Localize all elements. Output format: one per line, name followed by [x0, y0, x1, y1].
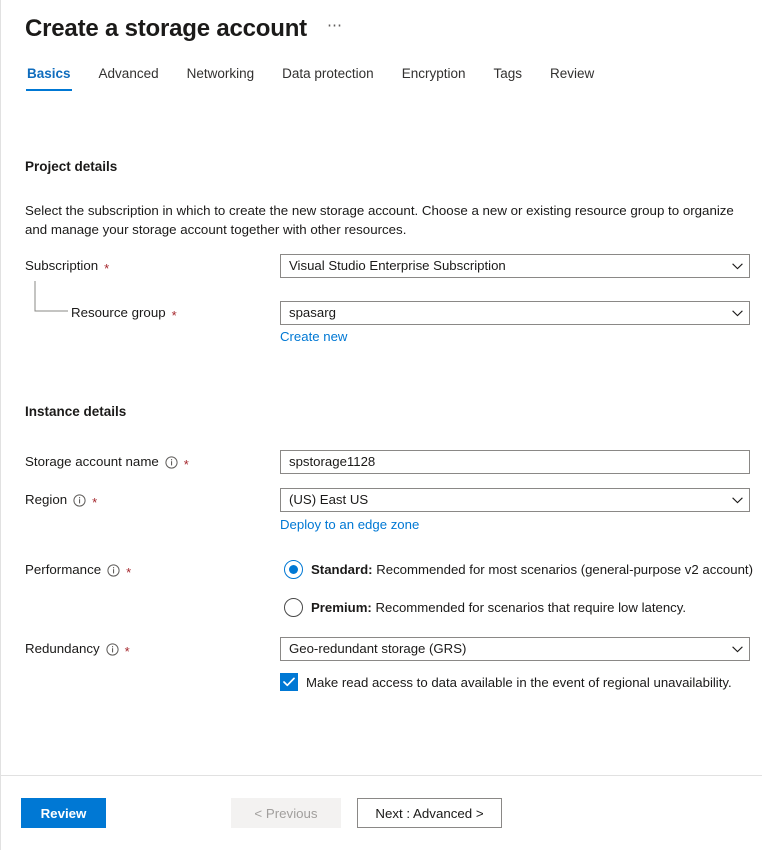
storage-account-name-label-group: Storage account name *: [25, 450, 280, 474]
performance-option-standard[interactable]: Standard: Recommended for most scenarios…: [284, 558, 753, 580]
radio-standard-icon[interactable]: [284, 559, 303, 579]
tab-encryption[interactable]: Encryption: [401, 65, 467, 91]
region-field-row: Region * (US) East US Deploy to an edge …: [25, 488, 750, 534]
project-details-heading: Project details: [25, 159, 118, 174]
performance-premium-description: Recommended for scenarios that require l…: [371, 599, 687, 615]
tab-advanced-label: Advanced: [98, 66, 159, 81]
hierarchy-connector-line: [34, 281, 68, 312]
region-dropdown[interactable]: (US) East US: [280, 488, 750, 512]
redundancy-value: Geo-redundant storage (GRS): [289, 641, 467, 656]
blade-footer: Review < Previous Next : Advanced >: [1, 775, 762, 850]
region-control: (US) East US Deploy to an edge zone: [280, 488, 750, 534]
read-access-checkbox-row[interactable]: Make read access to data available in th…: [280, 673, 748, 691]
storage-account-name-label: Storage account name: [25, 454, 159, 469]
subscription-label: Subscription: [25, 258, 99, 273]
performance-label: Performance: [25, 562, 102, 577]
create-storage-account-blade: Create a storage account ⋯ Basics Advanc…: [0, 0, 762, 850]
tab-review-label: Review: [550, 66, 595, 81]
storage-account-name-required-marker: *: [183, 456, 189, 472]
tab-tags[interactable]: Tags: [492, 65, 523, 91]
redundancy-field-row: Redundancy * Geo-redundant storage (GRS): [25, 637, 750, 691]
redundancy-dropdown[interactable]: Geo-redundant storage (GRS): [280, 637, 750, 661]
storage-account-name-field-row: Storage account name * spstorage1128: [25, 450, 750, 474]
read-access-checkbox-label[interactable]: Make read access to data available in th…: [306, 675, 732, 690]
wizard-tabs: Basics Advanced Networking Data protecti…: [25, 65, 762, 91]
resource-group-dropdown[interactable]: spasarg: [280, 301, 750, 325]
tab-data-protection-label: Data protection: [282, 66, 374, 81]
subscription-label-group: Subscription *: [25, 254, 280, 278]
tab-review[interactable]: Review: [549, 65, 595, 91]
resource-group-label: Resource group: [71, 305, 166, 320]
tab-basics-label: Basics: [27, 66, 71, 81]
subscription-required-marker: *: [104, 260, 110, 276]
region-label-group: Region *: [25, 488, 280, 512]
redundancy-label-group: Redundancy *: [25, 637, 280, 661]
region-value: (US) East US: [289, 492, 369, 507]
storage-account-name-value: spstorage1128: [289, 454, 376, 469]
chevron-down-icon: [729, 492, 745, 508]
performance-option-premium[interactable]: Premium: Recommended for scenarios that …: [284, 596, 748, 618]
blade-header: Create a storage account ⋯ Basics Advanc…: [1, 0, 762, 91]
resource-group-value: spasarg: [289, 305, 336, 320]
instance-details-heading: Instance details: [25, 404, 127, 419]
deploy-to-edge-zone-link[interactable]: Deploy to an edge zone: [280, 516, 419, 534]
page-title: Create a storage account: [25, 15, 307, 42]
performance-required-marker: *: [126, 564, 132, 580]
create-new-resource-group-link[interactable]: Create new: [280, 328, 347, 346]
performance-field-row: Performance * Standard: Recommended for …: [25, 558, 753, 618]
performance-control: Standard: Recommended for most scenarios…: [280, 558, 753, 618]
resource-group-required-marker: *: [171, 307, 177, 323]
region-label: Region: [25, 492, 68, 507]
tab-data-protection[interactable]: Data protection: [281, 65, 375, 91]
info-icon[interactable]: [107, 563, 120, 577]
tab-encryption-label: Encryption: [401, 66, 466, 81]
tab-advanced[interactable]: Advanced: [98, 65, 160, 91]
info-icon[interactable]: [73, 493, 86, 507]
chevron-down-icon: [729, 305, 745, 321]
resource-group-field-row: Resource group * spasarg Create new: [25, 281, 750, 346]
chevron-down-icon: [729, 258, 745, 274]
previous-button[interactable]: < Previous: [231, 798, 341, 828]
region-required-marker: *: [92, 494, 98, 510]
project-details-description: Select the subscription in which to crea…: [25, 203, 734, 237]
redundancy-control: Geo-redundant storage (GRS) Make read ac…: [280, 637, 750, 691]
subscription-value: Visual Studio Enterprise Subscription: [289, 258, 506, 273]
performance-standard-label[interactable]: Standard: Recommended for most scenarios…: [311, 562, 753, 577]
subscription-dropdown[interactable]: Visual Studio Enterprise Subscription: [280, 254, 750, 278]
tab-networking[interactable]: Networking: [186, 65, 256, 91]
more-options-icon[interactable]: ⋯: [323, 18, 348, 40]
performance-standard-description: Recommended for most scenarios (general-…: [372, 561, 753, 577]
checkbox-checked-icon[interactable]: [280, 673, 298, 691]
tab-tags-label: Tags: [493, 66, 523, 81]
redundancy-label: Redundancy: [25, 641, 100, 656]
performance-premium-label[interactable]: Premium: Recommended for scenarios that …: [311, 600, 686, 615]
form-body: Project details Select the subscription …: [1, 91, 762, 775]
next-advanced-button[interactable]: Next : Advanced >: [357, 798, 502, 828]
redundancy-required-marker: *: [124, 643, 130, 659]
performance-label-group: Performance *: [25, 558, 280, 582]
chevron-down-icon: [729, 641, 745, 657]
radio-premium-icon[interactable]: [284, 597, 303, 617]
storage-account-name-input[interactable]: spstorage1128: [280, 450, 750, 474]
storage-account-name-control: spstorage1128: [280, 450, 750, 474]
performance-standard-name: Standard:: [311, 561, 373, 577]
performance-premium-name: Premium:: [311, 599, 372, 615]
resource-group-control: spasarg Create new: [280, 301, 750, 346]
review-button[interactable]: Review: [21, 798, 106, 828]
info-icon[interactable]: [106, 642, 119, 656]
subscription-control: Visual Studio Enterprise Subscription: [280, 254, 750, 278]
tab-basics[interactable]: Basics: [26, 65, 72, 91]
subscription-field-row: Subscription * Visual Studio Enterprise …: [25, 254, 750, 278]
tab-networking-label: Networking: [186, 66, 255, 81]
title-row: Create a storage account ⋯: [25, 14, 762, 44]
info-icon[interactable]: [165, 455, 178, 469]
